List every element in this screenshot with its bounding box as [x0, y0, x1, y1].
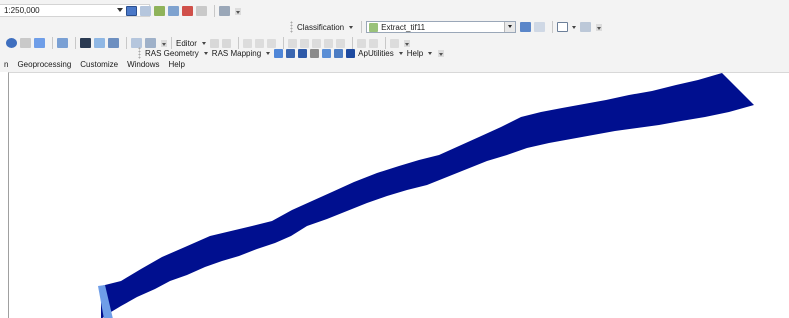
separator: [75, 37, 76, 49]
ras-help-menu[interactable]: Help: [407, 49, 423, 58]
flow-path-icon[interactable]: [298, 48, 308, 58]
classify-icon[interactable]: [520, 22, 532, 32]
ras-geometry-menu[interactable]: RAS Geometry: [145, 49, 199, 58]
python-window-icon[interactable]: [196, 6, 207, 16]
identify-icon[interactable]: [6, 38, 17, 48]
toolbar-options-icon[interactable]: [438, 49, 445, 57]
separator: [552, 21, 554, 33]
html-popup-icon[interactable]: [34, 38, 45, 48]
toolbar-area: 1:250,000 Classification Extract_tif11 E…: [0, 0, 789, 72]
classification-menu[interactable]: Classification: [297, 23, 344, 32]
ineffective-areas-icon[interactable]: [334, 48, 344, 58]
catalog-icon[interactable]: [154, 6, 165, 16]
menu-item-truncated[interactable]: n: [4, 60, 8, 69]
map-display[interactable]: [8, 72, 789, 318]
xs-cut-lines-icon[interactable]: [310, 48, 320, 58]
toolbar-options-icon[interactable]: [596, 23, 603, 31]
menu-item-geoprocessing[interactable]: Geoprocessing: [17, 60, 71, 69]
separator: [214, 5, 215, 17]
separator: [52, 37, 53, 49]
search-window-icon[interactable]: [168, 6, 179, 16]
sample-manager-icon[interactable]: [580, 22, 592, 32]
menu-item-windows[interactable]: Windows: [127, 60, 159, 69]
sample-dropdown-icon[interactable]: [572, 25, 577, 29]
layer-combobox[interactable]: Extract_tif11: [366, 21, 517, 33]
ras-mapping-dropdown-icon[interactable]: [266, 51, 271, 55]
toolbar-grip[interactable]: [290, 21, 293, 33]
table-icon[interactable]: [140, 6, 151, 16]
menu-item-customize[interactable]: Customize: [80, 60, 118, 69]
levee-icon[interactable]: [322, 48, 332, 58]
river-polygon[interactable]: [101, 73, 754, 318]
layer-dropdown-icon[interactable]: [504, 22, 516, 32]
histogram-icon[interactable]: [534, 22, 546, 32]
toolbar-options-icon[interactable]: [235, 7, 241, 15]
separator: [361, 21, 363, 33]
pencil-icon[interactable]: [20, 38, 31, 48]
model-builder-icon[interactable]: [219, 6, 230, 16]
menu-item-help[interactable]: Help: [169, 60, 185, 69]
blocked-obstructions-icon[interactable]: [346, 48, 356, 58]
bank-lines-icon[interactable]: [286, 48, 296, 58]
separator: [126, 37, 127, 49]
go-to-xy-icon[interactable]: [94, 38, 105, 48]
map-canvas: [98, 73, 754, 318]
ras-geometry-dropdown-icon[interactable]: [203, 51, 208, 55]
find-icon[interactable]: [80, 38, 91, 48]
aputilities-menu[interactable]: ApUtilities: [358, 49, 394, 58]
standard-toolbar-row: [126, 3, 241, 19]
map-scale-value: 1:250,000: [4, 6, 40, 15]
time-slider-icon[interactable]: [108, 38, 119, 48]
ras-mapping-menu[interactable]: RAS Mapping: [212, 49, 261, 58]
help-dropdown-icon[interactable]: [428, 51, 433, 55]
stream-centerline-icon[interactable]: [274, 48, 284, 58]
toolbox-icon[interactable]: [182, 6, 193, 16]
layout-view-icon[interactable]: [126, 6, 137, 16]
menu-bar: n Geoprocessing Customize Windows Help: [0, 58, 194, 71]
aputilities-dropdown-icon[interactable]: [398, 51, 403, 55]
classification-dropdown-icon[interactable]: [349, 25, 354, 29]
measure-icon[interactable]: [57, 38, 68, 48]
training-sample-icon[interactable]: [557, 22, 569, 32]
layer-combobox-value: Extract_tif11: [381, 22, 426, 32]
classification-toolbar: Classification Extract_tif11: [290, 19, 603, 35]
scale-dropdown-icon[interactable]: [117, 8, 123, 12]
raster-layer-icon: [369, 22, 379, 32]
